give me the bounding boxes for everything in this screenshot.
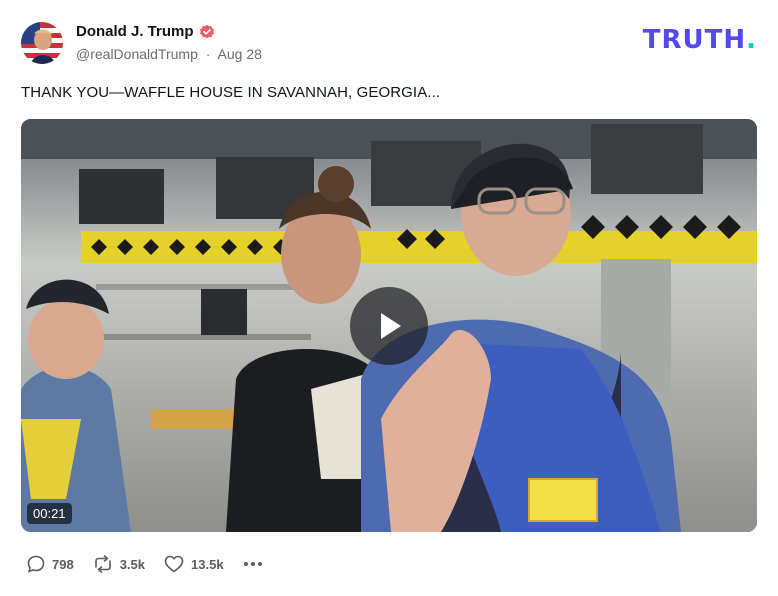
heart-icon [164, 555, 184, 573]
avatar[interactable] [21, 22, 63, 64]
reply-button[interactable]: 798 [26, 554, 74, 574]
video-duration: 00:21 [27, 503, 72, 524]
retruth-count: 3.5k [119, 556, 146, 572]
reply-icon [27, 555, 45, 573]
logo-text: TRUTH [642, 25, 747, 55]
more-dots-icon[interactable] [243, 562, 262, 566]
reply-count: 798 [52, 556, 74, 572]
more-dot [257, 562, 262, 566]
display-name[interactable]: Donald J. Trump [76, 23, 194, 40]
more-dot [250, 562, 255, 566]
verified-badge-icon [199, 24, 215, 40]
meta-separator: · [205, 46, 211, 62]
like-count: 13.5k [191, 556, 224, 572]
truth-logo[interactable]: TRUTH. [643, 27, 757, 53]
video-player[interactable]: 00:21 [21, 119, 757, 532]
more-dot [243, 562, 248, 566]
play-button[interactable] [350, 287, 428, 365]
logo-dot: . [746, 25, 757, 55]
retruth-button[interactable]: 3.5k [92, 554, 145, 574]
like-button[interactable]: 13.5k [163, 554, 224, 574]
play-icon [381, 313, 401, 339]
post-text: THANK YOU—WAFFLE HOUSE IN SAVANNAH, GEOR… [21, 84, 441, 101]
author-name-row: Donald J. Trump [76, 23, 215, 40]
post-date[interactable]: Aug 28 [218, 46, 262, 62]
post-actions: 798 3.5k 13.5k [26, 554, 262, 574]
handle-row: @realDonaldTrump · Aug 28 [76, 46, 262, 62]
retruth-icon [94, 555, 111, 573]
author-handle[interactable]: @realDonaldTrump [76, 46, 198, 62]
